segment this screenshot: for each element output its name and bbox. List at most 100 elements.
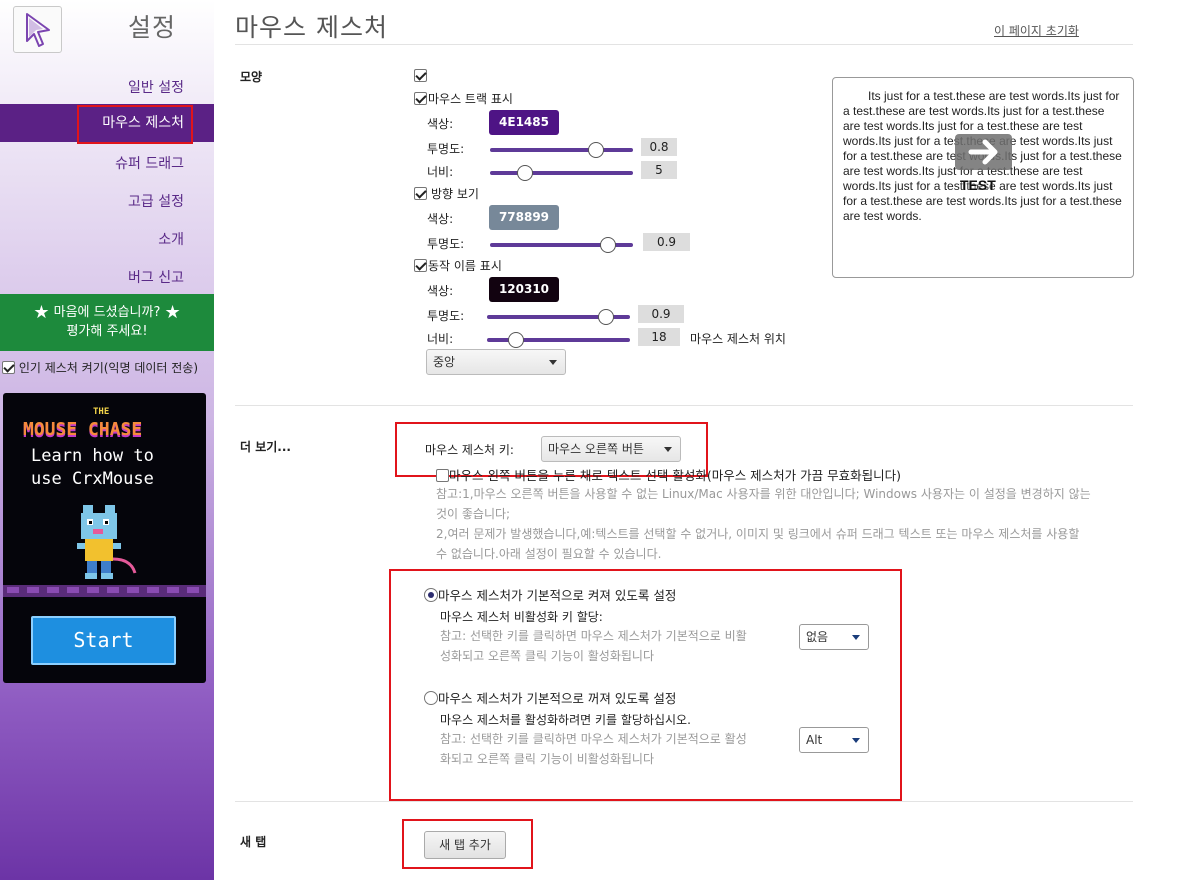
track-color-picker[interactable]: 4E1485 xyxy=(489,110,559,135)
enable-key-label: 마우스 제스처를 활성화하려면 키를 할당하십시오. xyxy=(440,713,691,727)
show-action-option[interactable]: 동작 이름 표시 xyxy=(414,257,502,274)
default-on-note-2: 성화되고 오른쪽 클릭 기능이 활성화됩니다 xyxy=(440,649,654,663)
preview-action-name: TEST xyxy=(960,177,996,193)
reset-page-link[interactable]: 이 페이지 초기화 xyxy=(994,22,1079,39)
gesture-position-value: 중앙 xyxy=(433,355,456,369)
disable-key-value: 없음 xyxy=(806,630,829,644)
new-tab-section-label: 새 탭 xyxy=(240,835,267,849)
note-1-line-2: 것이 좋습니다; xyxy=(436,507,511,521)
slider-thumb[interactable] xyxy=(598,309,614,325)
action-opacity-value: 0.9 xyxy=(638,305,684,323)
direction-color-picker[interactable]: 778899 xyxy=(489,205,559,230)
show-track-option[interactable]: 마우스 트랙 표시 xyxy=(414,90,513,107)
action-width-value: 18 xyxy=(638,328,680,346)
show-track-label: 마우스 트랙 표시 xyxy=(428,92,513,106)
ad-start-button[interactable]: Start xyxy=(31,616,176,665)
slider-thumb[interactable] xyxy=(508,332,524,348)
popular-gestures-checkbox[interactable] xyxy=(2,361,15,374)
sidebar-item-advanced[interactable]: 고급 설정 xyxy=(128,191,184,211)
gesture-position-label: 마우스 제스처 위치 xyxy=(690,332,786,346)
mouse-chase-ad[interactable]: THE MOUSE CHASE Learn how to use CrxMous… xyxy=(3,393,206,683)
default-on-radio[interactable] xyxy=(424,588,438,602)
popular-gestures-option[interactable]: 인기 제스처 켜기(익명 데이터 전송) xyxy=(2,359,198,376)
mouse-character-icon xyxy=(77,505,137,579)
ad-floor-icon xyxy=(3,585,206,597)
enable-gestures-checkbox[interactable] xyxy=(414,69,427,82)
ad-text: Learn how to use CrxMouse xyxy=(31,446,154,489)
default-on-label: 마우스 제스처가 기본적으로 켜져 있도록 설정 xyxy=(438,588,677,603)
default-on-note-1: 참고: 선택한 키를 클릭하면 마우스 제스처가 기본적으로 비활 xyxy=(440,629,747,643)
sidebar-item-about[interactable]: 소개 xyxy=(158,229,184,249)
direction-color-label: 색상: xyxy=(427,212,454,226)
slider-thumb[interactable] xyxy=(600,237,616,253)
track-color-label: 색상: xyxy=(427,117,454,131)
disable-key-select[interactable]: 없음 xyxy=(799,624,869,650)
more-section-label: 더 보기... xyxy=(240,440,291,454)
default-off-option[interactable]: 마우스 제스처가 기본적으로 꺼져 있도록 설정 xyxy=(424,688,676,707)
popular-gestures-label: 인기 제스처 켜기(익명 데이터 전송) xyxy=(18,361,199,375)
track-width-value: 5 xyxy=(641,161,677,179)
direction-opacity-label: 투명도: xyxy=(427,237,465,251)
gesture-position-select[interactable]: 중앙 xyxy=(426,349,566,375)
track-opacity-value: 0.8 xyxy=(641,138,677,156)
slider-thumb[interactable] xyxy=(588,142,604,158)
direction-opacity-slider[interactable] xyxy=(490,237,633,253)
show-track-checkbox[interactable] xyxy=(414,92,427,105)
rate-text-1: 마음에 드셨습니까? xyxy=(53,305,161,320)
app-logo-icon xyxy=(13,6,62,53)
divider xyxy=(235,44,1133,45)
note-2-line-1: 2,여러 문제가 발생했습니다,예:텍스트를 선택할 수 없거나, 이미지 및 … xyxy=(436,527,1080,541)
sidebar-title: 설정 xyxy=(128,13,177,42)
enable-key-select[interactable]: Alt xyxy=(799,727,869,753)
chevron-down-icon xyxy=(549,360,557,365)
highlight-box xyxy=(77,105,193,144)
ad-the: THE xyxy=(93,407,110,417)
action-opacity-slider[interactable] xyxy=(487,309,630,325)
show-direction-label: 방향 보기 xyxy=(431,187,479,201)
show-action-label: 동작 이름 표시 xyxy=(428,259,502,273)
note-1-line-1: 참고:1,마우스 오른쪽 버튼을 사용할 수 없는 Linux/Mac 사용자를… xyxy=(436,487,1091,501)
star-icon: ★ xyxy=(164,302,181,323)
left-button-select-checkbox[interactable] xyxy=(436,469,449,482)
rate-banner[interactable]: ★ 마음에 드셨습니까? ★ 평가해 주세요! xyxy=(0,294,214,351)
slider-thumb[interactable] xyxy=(517,165,533,181)
track-width-label: 너비: xyxy=(427,165,454,179)
sidebar-item-general[interactable]: 일반 설정 xyxy=(128,77,184,97)
chevron-down-icon xyxy=(852,635,860,640)
page-title: 마우스 제스처 xyxy=(235,13,388,42)
action-width-label: 너비: xyxy=(427,332,454,346)
divider xyxy=(235,801,1133,802)
disable-key-label: 마우스 제스처 비활성화 키 할당: xyxy=(440,610,603,624)
left-button-select-option[interactable]: 마우스 왼쪽 버튼을 누른 채로 텍스트 선택 활성화(마우스 제스처가 가끔 … xyxy=(436,465,901,484)
rate-text-2: 평가해 주세요! xyxy=(66,324,148,339)
action-width-slider[interactable] xyxy=(487,332,630,348)
sidebar: 설정 일반 설정 마우스 제스처 슈퍼 드래그 고급 설정 소개 버그 신고 ★… xyxy=(0,0,214,880)
ad-brand: MOUSE CHASE xyxy=(23,419,143,440)
chevron-down-icon xyxy=(852,738,860,743)
track-opacity-slider[interactable] xyxy=(490,142,633,158)
highlight-box xyxy=(402,819,533,869)
track-width-slider[interactable] xyxy=(490,165,633,181)
enable-key-value: Alt xyxy=(806,733,823,747)
default-off-label: 마우스 제스처가 기본적으로 꺼져 있도록 설정 xyxy=(438,691,677,706)
default-off-note-1: 참고: 선택한 키를 클릭하면 마우스 제스처가 기본적으로 활성 xyxy=(440,732,747,746)
default-off-note-2: 화되고 오른쪽 클릭 기능이 비활성화됩니다 xyxy=(440,752,654,766)
action-opacity-label: 투명도: xyxy=(427,309,465,323)
action-color-picker[interactable]: 120310 xyxy=(489,277,559,302)
sidebar-item-super-drag[interactable]: 슈퍼 드래그 xyxy=(115,153,184,173)
track-opacity-label: 투명도: xyxy=(427,142,465,156)
show-direction-option[interactable]: 방향 보기 xyxy=(414,185,479,202)
default-off-radio[interactable] xyxy=(424,691,438,705)
default-on-option[interactable]: 마우스 제스처가 기본적으로 켜져 있도록 설정 xyxy=(424,585,676,604)
right-arrow-icon xyxy=(955,134,1012,170)
appearance-section-label: 모양 xyxy=(240,70,263,84)
star-icon: ★ xyxy=(33,302,50,323)
show-action-checkbox[interactable] xyxy=(414,259,427,272)
left-button-select-label: 마우스 왼쪽 버튼을 누른 채로 텍스트 선택 활성화(마우스 제스처가 가끔 … xyxy=(449,468,901,483)
direction-opacity-value: 0.9 xyxy=(643,233,690,251)
divider xyxy=(235,405,1133,406)
action-color-label: 색상: xyxy=(427,284,454,298)
sidebar-item-bug-report[interactable]: 버그 신고 xyxy=(128,267,184,287)
show-direction-checkbox[interactable] xyxy=(414,187,427,200)
note-2-line-2: 수 없습니다.아래 설정이 필요할 수 있습니다. xyxy=(436,547,662,561)
